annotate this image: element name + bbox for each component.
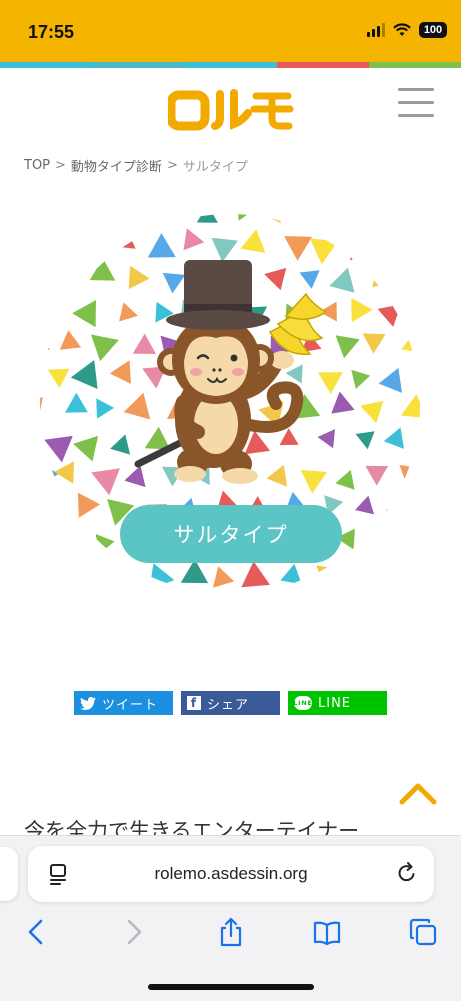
confetti-triangle [298, 214, 319, 222]
confetti-triangle [58, 262, 80, 285]
confetti-triangle [355, 557, 382, 586]
confetti-triangle [40, 262, 46, 284]
confetti-triangle [372, 263, 396, 288]
wifi-icon [393, 23, 411, 36]
confetti-triangle [412, 564, 420, 589]
reader-mode-icon[interactable] [48, 863, 68, 885]
site-logo[interactable] [166, 88, 294, 136]
back-icon[interactable] [22, 917, 52, 947]
confetti-triangle [40, 492, 62, 519]
forward-icon[interactable] [118, 917, 148, 947]
twitter-bird-icon [80, 696, 96, 710]
line-bubble-icon: LINE [293, 696, 312, 710]
confetti-triangle [60, 524, 85, 552]
line-share-label: LINE [318, 695, 352, 711]
breadcrumb-current: サルタイプ [182, 160, 248, 175]
signal-icon [367, 23, 385, 37]
home-indicator [148, 984, 314, 990]
battery-icon: 100 [419, 22, 447, 38]
facebook-f-icon: f [187, 696, 201, 710]
confetti-triangle [403, 527, 420, 556]
confetti-triangle [40, 527, 51, 551]
confetti-triangle [384, 236, 404, 257]
confetti-triangle [40, 214, 48, 225]
confetti-triangle [409, 490, 420, 518]
status-icons: 100 [367, 22, 447, 38]
twitter-share-label: ツイート [102, 697, 159, 713]
confetti-triangle [381, 555, 407, 583]
confetti-triangle [112, 562, 133, 583]
confetti-triangle [196, 214, 218, 223]
reload-icon[interactable] [396, 862, 418, 884]
confetti-triangle [113, 228, 136, 249]
confetti-triangle [74, 565, 96, 589]
confetti-triangle [126, 214, 147, 226]
confetti-triangle [58, 214, 87, 224]
confetti-triangle [316, 565, 340, 588]
breadcrumb-top[interactable]: TOP [24, 158, 50, 173]
confetti-triangle [418, 424, 420, 449]
confetti-triangle [91, 214, 118, 223]
confetti-triangle [415, 297, 420, 318]
confetti-triangle [349, 234, 373, 261]
confetti-triangle [46, 567, 68, 586]
confetti-triangle [369, 214, 390, 226]
confetti-triangle [419, 360, 420, 381]
confetti-triangle [81, 236, 105, 259]
confetti-triangle [337, 214, 360, 224]
confetti-triangle [408, 232, 420, 260]
confetti-triangle [371, 529, 397, 557]
url-text[interactable]: rolemo.asdessin.org [28, 846, 434, 902]
breadcrumb: TOP > 動物タイプ診断 > サルタイプ [24, 156, 248, 175]
breadcrumb-animal-type[interactable]: 動物タイプ診断 [71, 156, 162, 175]
breadcrumb-separator: > [55, 158, 66, 173]
confetti-triangle [405, 265, 420, 295]
status-bar: 17:55 100 [0, 0, 461, 62]
previous-tab-card[interactable] [0, 847, 18, 901]
status-time: 17:55 [28, 22, 75, 42]
breadcrumb-separator: > [166, 158, 178, 173]
facebook-share-label: シェア [207, 697, 250, 713]
animal-type-label: サルタイプ [120, 505, 342, 563]
tabs-icon[interactable] [408, 917, 438, 947]
confetti-triangle [45, 231, 67, 255]
facebook-share-button[interactable]: f シェア [181, 691, 280, 715]
confetti-triangle [400, 214, 420, 219]
color-strip [0, 62, 461, 68]
bookmarks-icon[interactable] [312, 917, 342, 947]
twitter-share-button[interactable]: ツイート [74, 691, 173, 715]
line-share-button[interactable]: LINE LINE [288, 691, 387, 715]
hamburger-icon[interactable] [398, 88, 434, 118]
share-icon[interactable] [216, 917, 246, 947]
scroll-to-top-icon[interactable] [398, 780, 438, 806]
